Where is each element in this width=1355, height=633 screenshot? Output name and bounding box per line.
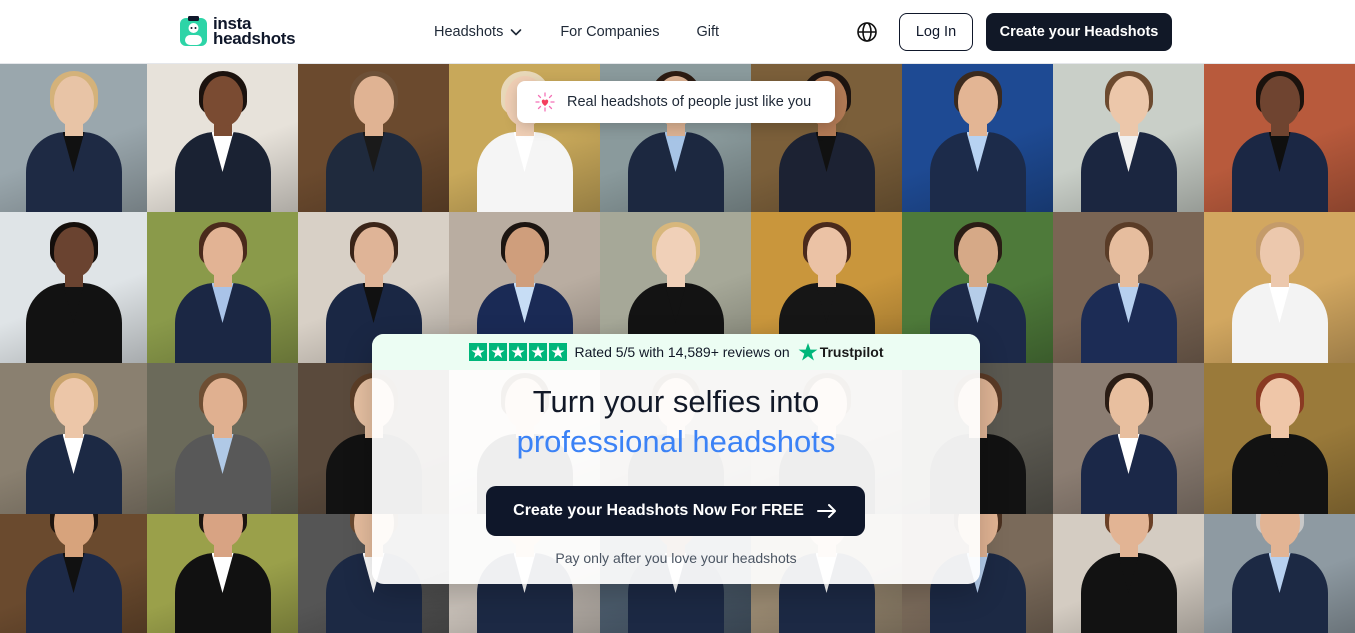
- pill-text: Real headshots of people just like you: [567, 94, 812, 110]
- headshot-photo: [0, 212, 147, 363]
- headshot-photo: [147, 64, 298, 212]
- login-button[interactable]: Log In: [899, 13, 973, 51]
- headshot-photo: [1053, 64, 1204, 212]
- globe-icon[interactable]: [855, 20, 879, 44]
- hero-headline-line1: Turn your selfies into: [532, 384, 820, 419]
- chevron-down-icon: [511, 29, 522, 36]
- rating-star-icon: [488, 343, 507, 361]
- headshot-photo: [1204, 212, 1355, 363]
- headshot-photo: [1204, 64, 1355, 212]
- nav-gift[interactable]: Gift: [696, 24, 719, 40]
- rating-stars: [468, 343, 567, 361]
- create-headshots-button[interactable]: Create your Headshots: [986, 13, 1172, 51]
- rating-star-icon: [528, 343, 547, 361]
- headshot-photo: [0, 64, 147, 212]
- hero-subtext: Pay only after you love your headshots: [555, 550, 797, 566]
- hero-headline-line2: professional headshots: [516, 424, 836, 459]
- brand-name: insta headshots: [213, 15, 296, 48]
- nav-gift-label: Gift: [696, 24, 720, 40]
- trustpilot-star-icon: [798, 343, 818, 361]
- hero-card: Rated 5/5 with 14,589+ reviews on Trustp…: [372, 334, 980, 584]
- brand-line2: headshots: [213, 29, 296, 48]
- headshot-photo: [1053, 363, 1204, 514]
- hero-headline: Turn your selfies into professional head…: [372, 382, 980, 462]
- arrow-right-icon: [816, 504, 836, 518]
- headshot-photo: [0, 514, 147, 633]
- nav-for-companies[interactable]: For Companies: [560, 24, 659, 40]
- trustpilot-rating-bar[interactable]: Rated 5/5 with 14,589+ reviews on Trustp…: [372, 334, 980, 370]
- headshot-photo: [147, 514, 298, 633]
- nav-headshots[interactable]: Headshots: [434, 24, 523, 40]
- site-header: insta headshots Headshots For Companies …: [0, 0, 1355, 64]
- headshot-photo: [147, 363, 298, 514]
- headshot-photo: [0, 363, 147, 514]
- rating-star-icon: [548, 343, 567, 361]
- headshot-photo: [147, 212, 298, 363]
- heart-sparkle-icon: [535, 92, 555, 112]
- trustpilot-label: Trustpilot: [819, 344, 884, 360]
- trustpilot-logo: Trustpilot: [798, 342, 884, 362]
- headshot-photo: [298, 64, 449, 212]
- cta-label: Create your Headshots Now For FREE: [513, 502, 804, 519]
- nav-for-companies-label: For Companies: [560, 24, 660, 40]
- headshot-photo: [902, 64, 1053, 212]
- nav-headshots-label: Headshots: [434, 24, 504, 40]
- main-nav: Headshots For Companies Gift: [434, 0, 719, 64]
- rating-star-icon: [508, 343, 527, 361]
- rating-text: Rated 5/5 with 14,589+ reviews on: [574, 344, 790, 360]
- logo-icon: [180, 16, 207, 46]
- headshot-photo: [1204, 363, 1355, 514]
- create-headshots-free-button[interactable]: Create your Headshots Now For FREE: [486, 486, 865, 536]
- brand-logo[interactable]: insta headshots: [179, 15, 296, 48]
- headshot-photo: [1053, 514, 1204, 633]
- headshot-photo: [1053, 212, 1204, 363]
- rating-star-icon: [468, 343, 487, 361]
- headshot-photo: [1204, 514, 1355, 633]
- social-proof-pill: Real headshots of people just like you: [517, 81, 835, 123]
